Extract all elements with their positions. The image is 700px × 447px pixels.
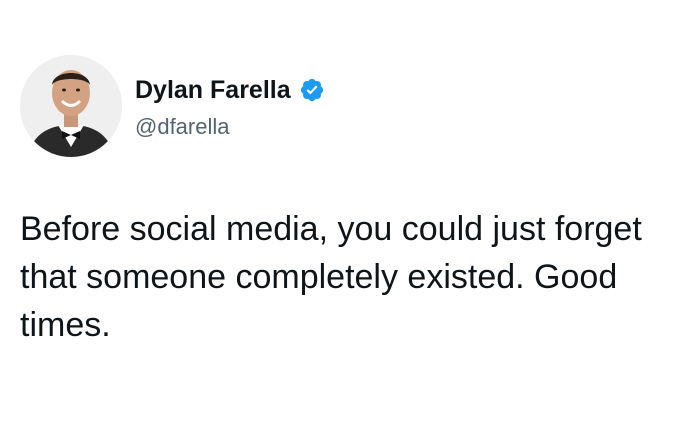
author-handle[interactable]: @dfarella (135, 114, 230, 140)
author-name-row: Dylan Farella (135, 75, 325, 105)
author-display-name[interactable]: Dylan Farella (135, 75, 291, 105)
avatar[interactable] (20, 55, 122, 157)
tweet-card: Dylan Farella @dfarella Before social me… (0, 0, 700, 447)
profile-photo-icon (20, 55, 122, 157)
tweet-text: Before social media, you could just forg… (20, 210, 642, 344)
verified-badge-icon (300, 78, 323, 102)
